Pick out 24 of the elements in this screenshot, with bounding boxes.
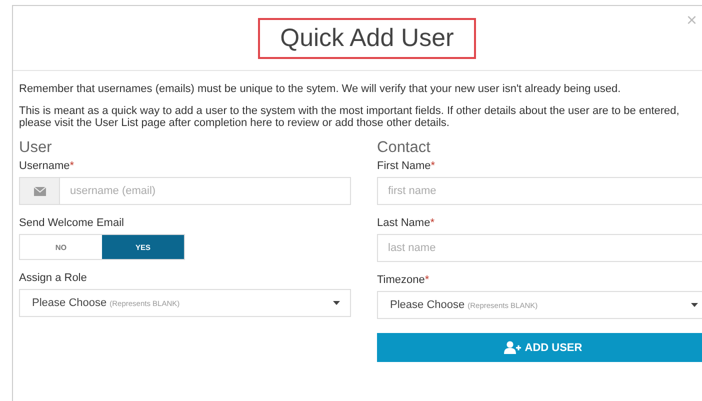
user-plus-icon [504,341,521,354]
text-field[interactable]: first name [377,177,702,205]
required-mark: * [430,217,434,229]
add-user-button[interactable]: ADD USER [377,333,702,362]
field-label: Send Welcome Email [19,217,124,229]
field-label: Last Name [377,217,430,229]
field-label: Timezone [377,274,425,286]
field-label: First Name [377,160,431,172]
section-heading: User [19,139,53,157]
section-heading: Contact [377,139,432,157]
required-mark: * [430,160,436,172]
caret-icon [691,303,698,307]
dialog-title: Quick Add User [258,18,476,58]
username-field[interactable]: username (email) [19,177,351,205]
info-paragraph: This is meant as a quick way to add a user to the system with the most important fields. If other details about the user are to be entered, please visit the User List page after completion here to review or add those other details. [19,105,680,129]
field-label: Assign a Role [19,272,87,284]
required-mark: * [424,274,430,286]
close-button[interactable]: × [686,10,697,31]
envelope-icon [34,186,46,196]
required-mark: * [70,160,74,172]
field-label: Username [19,160,70,172]
caret-icon [333,301,340,305]
text-field[interactable]: last name [377,234,702,262]
info-paragraph: Remember that usernames (emails) must be unique to the sytem. We will verify that your new user isn't already being used. [19,83,622,95]
